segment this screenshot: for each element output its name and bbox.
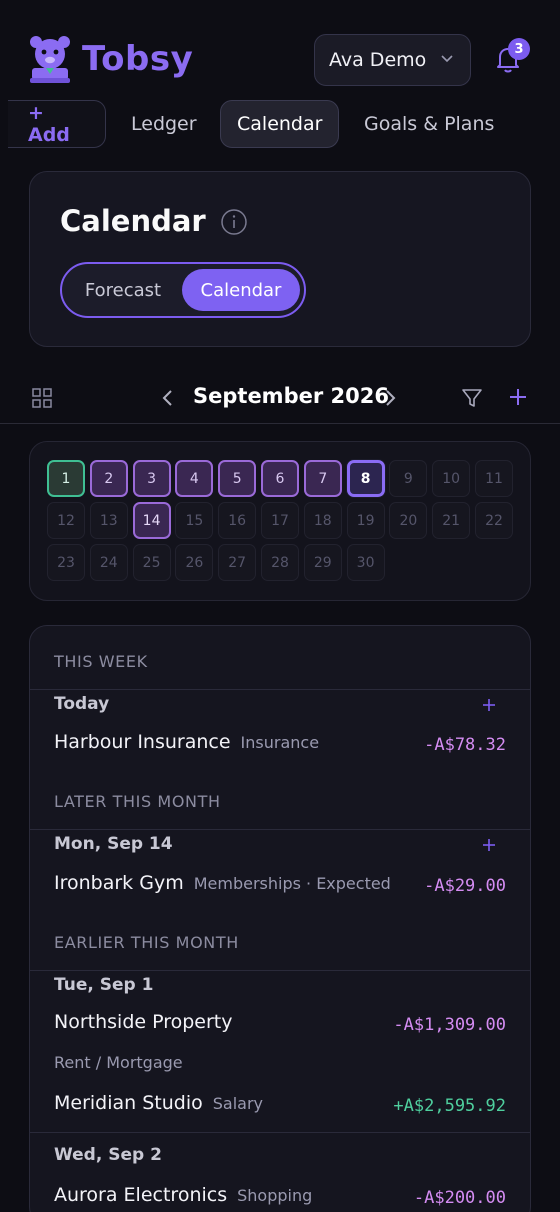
day-cell[interactable]: 12 <box>47 502 85 539</box>
event-name[interactable]: Northside Property <box>54 1011 233 1033</box>
add-event-icon[interactable] <box>508 387 528 407</box>
tab-goals-plans[interactable]: Goals & Plans <box>348 100 510 148</box>
day-cell[interactable]: 24 <box>89 544 128 581</box>
add-event-icon[interactable] <box>482 838 496 852</box>
account-selector[interactable]: Ava Demo <box>314 34 471 86</box>
day-cell[interactable]: 3 <box>132 460 171 497</box>
day-cell[interactable]: 16 <box>218 502 257 539</box>
notification-count-badge: 3 <box>508 38 530 60</box>
day-cell[interactable]: 25 <box>132 544 171 581</box>
toggle-forecast[interactable]: Forecast <box>68 269 178 311</box>
event-row[interactable]: Aurora Electronics Shopping <box>54 1184 312 1206</box>
day-cell[interactable]: 6 <box>261 460 299 497</box>
view-toggle: Forecast Calendar <box>60 262 306 318</box>
date-heading-today: Today <box>54 694 110 714</box>
event-amount: +A$2,595.92 <box>393 1096 506 1116</box>
info-icon[interactable] <box>220 208 248 236</box>
filter-icon[interactable] <box>461 387 483 409</box>
day-cell[interactable]: 28 <box>261 544 299 581</box>
date-heading: Mon, Sep 14 <box>54 834 173 854</box>
day-cell[interactable]: 5 <box>218 460 257 497</box>
chevron-down-icon <box>441 55 453 63</box>
day-cell[interactable]: 4 <box>175 460 214 497</box>
day-cell[interactable]: 11 <box>475 460 513 497</box>
current-month: September 2026 <box>193 384 389 408</box>
day-cell[interactable]: 23 <box>47 544 85 581</box>
day-cell[interactable]: 22 <box>475 502 513 539</box>
day-cell[interactable]: 18 <box>303 502 342 539</box>
day-cell[interactable]: 21 <box>432 502 471 539</box>
event-row[interactable]: Ironbark Gym Memberships · Expected <box>54 872 391 894</box>
day-cell[interactable]: 10 <box>432 460 471 497</box>
main-tabs: + Add Ledger Calendar Goals & Plans <box>0 100 560 148</box>
section-earlier-this-month: EARLIER THIS MONTH <box>30 915 530 971</box>
day-cell[interactable]: 27 <box>218 544 257 581</box>
event-row[interactable]: Meridian Studio Salary <box>54 1092 263 1114</box>
add-button[interactable]: + Add <box>8 100 106 148</box>
event-amount: -A$200.00 <box>413 1188 506 1208</box>
day-cell[interactable]: 9 <box>389 460 428 497</box>
day-grid: 1 2 3 4 5 6 7 8 9 10 11 12 13 14 15 16 17 18 19 20 21 22 23 24 2… <box>29 441 531 601</box>
add-event-icon[interactable] <box>482 698 496 712</box>
day-cell[interactable]: 19 <box>346 502 385 539</box>
divider <box>30 1132 530 1133</box>
date-heading: Tue, Sep 1 <box>54 975 154 995</box>
event-category: Memberships · Expected <box>193 874 391 893</box>
month-navigation: September 2026 <box>0 372 560 424</box>
brand-logo[interactable]: Tobsy <box>28 34 193 84</box>
day-cell[interactable]: 20 <box>389 502 428 539</box>
bear-logo-icon <box>30 36 70 83</box>
event-category: Insurance <box>240 733 320 752</box>
account-name: Ava Demo <box>329 49 427 71</box>
day-cell[interactable]: 7 <box>303 460 342 497</box>
event-category: Salary <box>212 1094 264 1113</box>
chevron-right-icon[interactable] <box>382 388 398 408</box>
event-category: Shopping <box>237 1186 313 1205</box>
day-cell[interactable]: 13 <box>89 502 128 539</box>
day-cell[interactable]: 17 <box>261 502 299 539</box>
event-name: Ironbark Gym <box>54 872 184 894</box>
tab-ledger[interactable]: Ledger <box>115 100 213 148</box>
event-row[interactable]: Harbour Insurance Insurance <box>54 731 319 753</box>
day-cell[interactable]: 8 <box>346 460 385 497</box>
tab-calendar[interactable]: Calendar <box>220 100 340 148</box>
event-name: Aurora Electronics <box>54 1184 228 1206</box>
day-cell[interactable]: 2 <box>89 460 128 497</box>
day-cell[interactable]: 26 <box>175 544 214 581</box>
date-heading: Wed, Sep 2 <box>54 1145 162 1165</box>
app-header: Tobsy Ava Demo 3 <box>0 0 560 100</box>
event-amount: -A$78.32 <box>424 735 506 755</box>
event-category: Rent / Mortgage <box>54 1053 183 1072</box>
brand-name: Tobsy <box>82 39 194 79</box>
toggle-calendar[interactable]: Calendar <box>182 269 300 311</box>
day-cell[interactable]: 30 <box>346 544 385 581</box>
event-amount: -A$1,309.00 <box>393 1015 506 1035</box>
event-name: Harbour Insurance <box>54 731 231 753</box>
section-later-this-month: LATER THIS MONTH <box>30 774 530 830</box>
calendar-panel: Calendar Forecast Calendar <box>29 171 531 347</box>
day-cell[interactable]: 15 <box>175 502 214 539</box>
day-cell[interactable]: 14 <box>132 502 171 539</box>
section-this-week: THIS WEEK <box>30 634 530 690</box>
event-amount: -A$29.00 <box>424 876 506 896</box>
grid-view-icon[interactable] <box>32 388 52 408</box>
events-list: THIS WEEK Today Harbour Insurance Insuran… <box>29 625 531 1212</box>
chevron-left-icon[interactable] <box>160 388 176 408</box>
page-title: Calendar <box>60 204 206 238</box>
day-cell[interactable]: 29 <box>303 544 342 581</box>
day-cell[interactable]: 1 <box>47 460 85 497</box>
event-name: Meridian Studio <box>54 1092 203 1114</box>
